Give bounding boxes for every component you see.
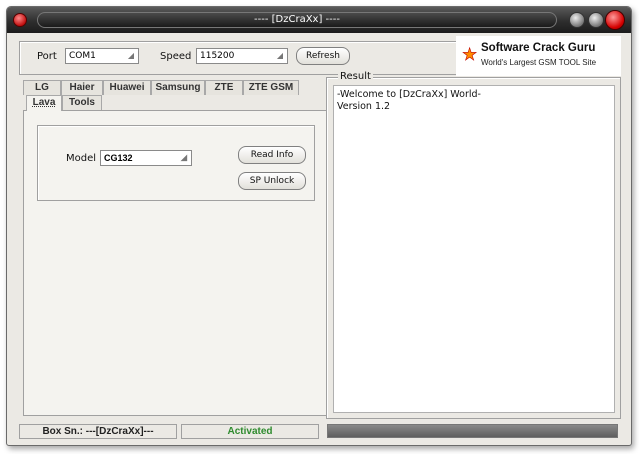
dropdown-arrow-icon: ◢ (127, 51, 134, 60)
result-line: Version 1.2 (337, 101, 391, 112)
port-select[interactable]: COM1 ◢ (65, 48, 139, 64)
port-label: Port (37, 51, 57, 62)
logo-title: Software Crack Guru (481, 42, 596, 54)
dropdown-arrow-icon: ◢ (180, 153, 187, 162)
result-line: -Welcome to [DzCraXx] World- (337, 89, 481, 100)
read-info-button[interactable]: Read Info (238, 146, 306, 164)
speed-label: Speed (160, 51, 192, 62)
tab-haier[interactable]: Haier (61, 80, 103, 95)
maximize-button[interactable] (588, 12, 604, 28)
close-button[interactable] (605, 10, 625, 30)
dropdown-arrow-icon: ◢ (276, 51, 283, 60)
progress-bar (327, 424, 618, 438)
title-bar[interactable]: ---- [DzCraXx] ---- (7, 7, 631, 33)
speed-select[interactable]: 115200 ◢ (196, 48, 288, 64)
lava-tab-panel: Model CG132 ◢ Read Info SP Unlock (23, 110, 328, 416)
model-label: Model (66, 153, 97, 164)
sp-unlock-button[interactable]: SP Unlock (238, 172, 306, 190)
box-serial-status: Box Sn.: ---[DzCraXx]--- (19, 424, 177, 439)
port-value: COM1 (69, 51, 96, 61)
logo-subtitle: World's Largest GSM TOOL Site (481, 58, 597, 67)
result-label: Result (338, 71, 373, 82)
model-value: CG132 (104, 153, 133, 163)
app-window: ---- [DzCraXx] ---- Port COM1 ◢ Speed 11… (6, 6, 632, 446)
result-log[interactable]: -Welcome to [DzCraXx] World- Version 1.2 (333, 85, 615, 413)
tab-zte[interactable]: ZTE (205, 80, 243, 95)
speed-value: 115200 (200, 51, 235, 61)
refresh-button[interactable]: Refresh (296, 47, 350, 65)
tab-zte-gsm[interactable]: ZTE GSM (243, 80, 299, 95)
tab-huawei[interactable]: Huawei (103, 80, 151, 95)
tab-lava[interactable]: Lava (26, 95, 62, 111)
model-select[interactable]: CG132 ◢ (100, 150, 192, 166)
app-icon[interactable] (13, 13, 27, 27)
activation-status: Activated (181, 424, 319, 439)
minimize-button[interactable] (569, 12, 585, 28)
tab-lg[interactable]: LG (23, 80, 61, 95)
tab-samsung[interactable]: Samsung (151, 80, 205, 95)
star-icon: ★ (462, 45, 478, 65)
tab-tools[interactable]: Tools (62, 95, 102, 110)
logo-banner: ★ Software Crack Guru World's Largest GS… (456, 36, 621, 76)
window-title: ---- [DzCraXx] ---- (37, 12, 557, 28)
